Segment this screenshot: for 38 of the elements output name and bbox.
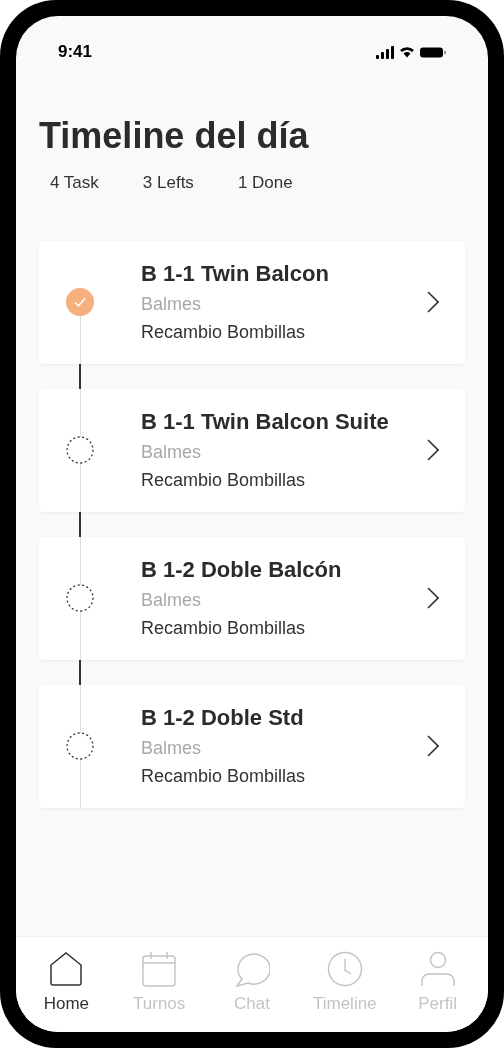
- signal-icon: [376, 45, 394, 59]
- task-description: Recambio Bombillas: [141, 765, 306, 788]
- task-card[interactable]: B 1-2 Doble Std Balmes Recambio Bombillas: [39, 684, 465, 808]
- dashed-circle-icon[interactable]: [66, 436, 94, 464]
- task-location: Balmes: [141, 293, 202, 316]
- battery-icon: [420, 46, 446, 58]
- task-description: Recambio Bombillas: [141, 469, 306, 492]
- task-location: Balmes: [141, 737, 202, 760]
- dashed-circle-icon[interactable]: [66, 732, 94, 760]
- dashed-circle-icon[interactable]: [66, 584, 94, 612]
- task-title: B 1-2 Doble Balcón: [141, 556, 342, 584]
- home-icon: [48, 951, 85, 987]
- task-title: B 1-2 Doble Std: [141, 704, 304, 732]
- status-time: 9:41: [58, 41, 93, 64]
- task-card[interactable]: B 1-2 Doble Balcón Balmes Recambio Bombillas: [39, 536, 465, 660]
- chevron-right-icon[interactable]: [427, 735, 439, 757]
- task-description: Recambio Bombillas: [141, 321, 306, 344]
- wifi-icon: [399, 46, 415, 58]
- task-stat: 3 Lefts: [142, 172, 194, 194]
- chevron-right-icon[interactable]: [427, 587, 439, 609]
- tab-item[interactable]: Home: [21, 951, 112, 1017]
- user-icon: [419, 951, 456, 987]
- task-title: B 1-1 Twin Balcon Suite: [141, 408, 389, 436]
- clock-icon: [326, 951, 363, 987]
- task-title: B 1-1 Twin Balcon: [141, 260, 329, 288]
- task-description: Recambio Bombillas: [141, 617, 306, 640]
- task-card[interactable]: B 1-1 Twin Balcon Balmes Recambio Bombillas: [39, 240, 465, 364]
- task-location: Balmes: [141, 589, 202, 612]
- page-title: Timeline del día: [39, 116, 309, 156]
- task-stat: 1 Done: [237, 172, 293, 194]
- calendar-icon: [141, 951, 178, 987]
- chevron-right-icon[interactable]: [427, 291, 439, 313]
- task-location: Balmes: [141, 441, 202, 464]
- task-card[interactable]: B 1-1 Twin Balcon Suite Balmes Recambio Bombillas: [39, 388, 465, 512]
- task-stat: 4 Task: [50, 172, 99, 194]
- checked-circle-icon[interactable]: [66, 288, 94, 316]
- chevron-right-icon[interactable]: [427, 439, 439, 461]
- chat-bubble-icon: [234, 951, 270, 987]
